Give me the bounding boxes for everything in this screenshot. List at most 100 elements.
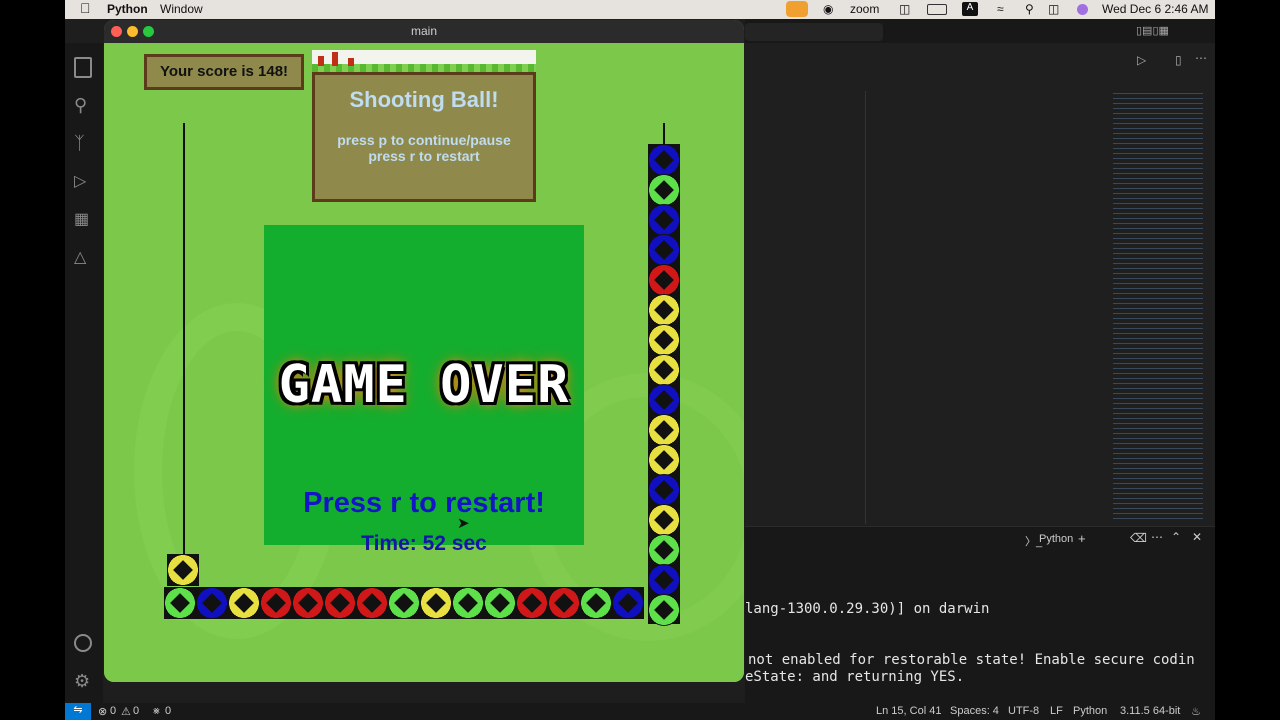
- close-panel-icon[interactable]: ✕: [1192, 530, 1202, 544]
- yellow-ball: [648, 414, 680, 446]
- red-ball: [324, 587, 356, 619]
- green-ball: [164, 587, 196, 619]
- menubar-clock[interactable]: Wed Dec 6 2:46 AM: [1102, 2, 1209, 16]
- new-terminal-icon[interactable]: +: [1078, 531, 1086, 546]
- yellow-ball: [228, 587, 260, 619]
- green-ball: [648, 174, 680, 206]
- wifi-icon[interactable]: ≈: [997, 2, 1004, 16]
- source-control-icon[interactable]: ᛉ: [74, 133, 94, 153]
- command-center[interactable]: [745, 23, 883, 41]
- blue-ball: [648, 384, 680, 416]
- settings-gear-icon[interactable]: ⚙: [74, 671, 94, 691]
- warning-icon[interactable]: ⚠: [121, 705, 131, 718]
- more-actions-icon[interactable]: ⋯: [1195, 51, 1207, 65]
- right-ball-column: [648, 144, 680, 626]
- editor-divider: [865, 91, 866, 524]
- kill-terminal-icon[interactable]: ⌫: [1130, 531, 1147, 545]
- game-field: Your score is 148! Shooting Ball! press …: [104, 43, 744, 682]
- cursor-position[interactable]: Ln 15, Col 41: [876, 705, 941, 717]
- error-icon[interactable]: ⊗: [98, 705, 107, 718]
- eol[interactable]: LF: [1050, 705, 1063, 717]
- maximize-panel-icon[interactable]: ⌃: [1171, 530, 1181, 544]
- green-ball: [388, 587, 420, 619]
- airpods-icon[interactable]: ◫: [899, 2, 910, 16]
- game-over-panel: GAME OVER Press r to restart! Time: 52 s…: [264, 225, 584, 555]
- indentation[interactable]: Spaces: 4: [950, 705, 999, 717]
- python-interpreter[interactable]: 3.11.5 64-bit: [1120, 705, 1180, 717]
- extensions-icon[interactable]: ▦: [74, 209, 94, 229]
- menu-window[interactable]: Window: [160, 2, 203, 16]
- bell-icon[interactable]: ♨: [1191, 705, 1201, 718]
- green-ball: [484, 587, 516, 619]
- microphone-icon[interactable]: [786, 1, 808, 17]
- restart-prompt: Press r to restart!: [303, 487, 545, 519]
- blue-ball: [648, 204, 680, 236]
- macos-menubar:  Python Window ◉ zoom ◫ A ≈ ⚲ ◫ Wed Dec…: [65, 0, 1215, 19]
- run-debug-icon[interactable]: ▷: [74, 171, 94, 191]
- score-sign: Your score is 148!: [144, 54, 304, 90]
- blue-ball: [196, 587, 228, 619]
- yellow-ball: [648, 444, 680, 476]
- zoom-status[interactable]: zoom: [850, 2, 879, 16]
- red-ball: [648, 264, 680, 296]
- yellow-ball: [167, 554, 199, 586]
- warning-count[interactable]: 0: [133, 705, 139, 717]
- control-center-icon[interactable]: ◫: [1048, 2, 1059, 16]
- split-editor-icon[interactable]: ▯: [1175, 53, 1182, 67]
- red-ball: [260, 587, 292, 619]
- encoding[interactable]: UTF-8: [1008, 705, 1039, 717]
- yellow-ball: [420, 587, 452, 619]
- search-icon[interactable]: ⚲: [1025, 2, 1034, 16]
- corner-ball-slot: [167, 554, 199, 586]
- left-guide-line: [183, 123, 185, 555]
- input-source-icon[interactable]: A: [962, 2, 978, 16]
- green-ball: [648, 534, 680, 566]
- more-icon[interactable]: ⋯: [1151, 530, 1163, 544]
- blue-ball: [612, 587, 644, 619]
- help-restart: press r to restart: [368, 148, 480, 164]
- bottom-ball-row: [164, 587, 644, 619]
- red-ball: [356, 587, 388, 619]
- siri-icon[interactable]: [1077, 4, 1088, 15]
- terminal-line-1: lang-1300.0.29.30)] on darwin: [745, 601, 990, 617]
- editor-tab-bar: ▯▤▯▦: [745, 19, 1215, 43]
- error-count[interactable]: 0: [110, 705, 116, 717]
- red-ball: [548, 587, 580, 619]
- help-pause: press p to continue/pause: [337, 132, 511, 148]
- minimap[interactable]: [1113, 91, 1203, 521]
- blue-ball: [648, 144, 680, 176]
- instructions-sign: Shooting Ball! press p to continue/pause…: [312, 72, 536, 202]
- terminal-label[interactable]: Python: [1039, 533, 1073, 545]
- blue-ball: [648, 474, 680, 506]
- status-bar: ⇋ ⊗ 0 ⚠ 0 ⨳ 0 Ln 15, Col 41 Spaces: 4 UT…: [65, 703, 1215, 720]
- run-icon[interactable]: ▷: [1137, 53, 1146, 67]
- layout-icon[interactable]: ▯▤▯▦: [1136, 24, 1169, 37]
- search-icon[interactable]: ⚲: [74, 95, 94, 115]
- menu-app-python[interactable]: Python: [107, 2, 148, 16]
- sign-grass-top: [312, 50, 536, 72]
- game-title: Shooting Ball!: [349, 87, 499, 112]
- record-icon[interactable]: ◉: [823, 2, 833, 16]
- yellow-ball: [648, 324, 680, 356]
- apple-icon[interactable]: : [80, 0, 91, 16]
- code-editor[interactable]: ▷ ▯ ⋯: [745, 43, 1215, 526]
- terminal-line-3: eState: and returning YES.: [745, 669, 965, 685]
- language-mode[interactable]: Python: [1073, 705, 1107, 717]
- blue-ball: [648, 234, 680, 266]
- yellow-ball: [648, 294, 680, 326]
- green-ball: [648, 594, 680, 626]
- battery-icon[interactable]: [927, 4, 947, 15]
- yellow-ball: [648, 504, 680, 536]
- remote-icon[interactable]: ⇋: [65, 703, 91, 720]
- terminal-panel[interactable]: 〉_ Python + ⌫ ⋯ ⌃ ✕ lang-1300.0.29.30)] …: [745, 526, 1215, 704]
- mouse-cursor-icon: ➤: [457, 515, 470, 532]
- ports-count[interactable]: 0: [165, 705, 171, 717]
- game-titlebar: main: [104, 20, 744, 43]
- account-icon[interactable]: [74, 634, 92, 652]
- testing-icon[interactable]: △: [74, 247, 94, 267]
- ports-icon[interactable]: ⨳: [153, 705, 160, 718]
- explorer-icon[interactable]: [74, 57, 92, 78]
- green-ball: [452, 587, 484, 619]
- yellow-ball: [648, 354, 680, 386]
- red-ball: [292, 587, 324, 619]
